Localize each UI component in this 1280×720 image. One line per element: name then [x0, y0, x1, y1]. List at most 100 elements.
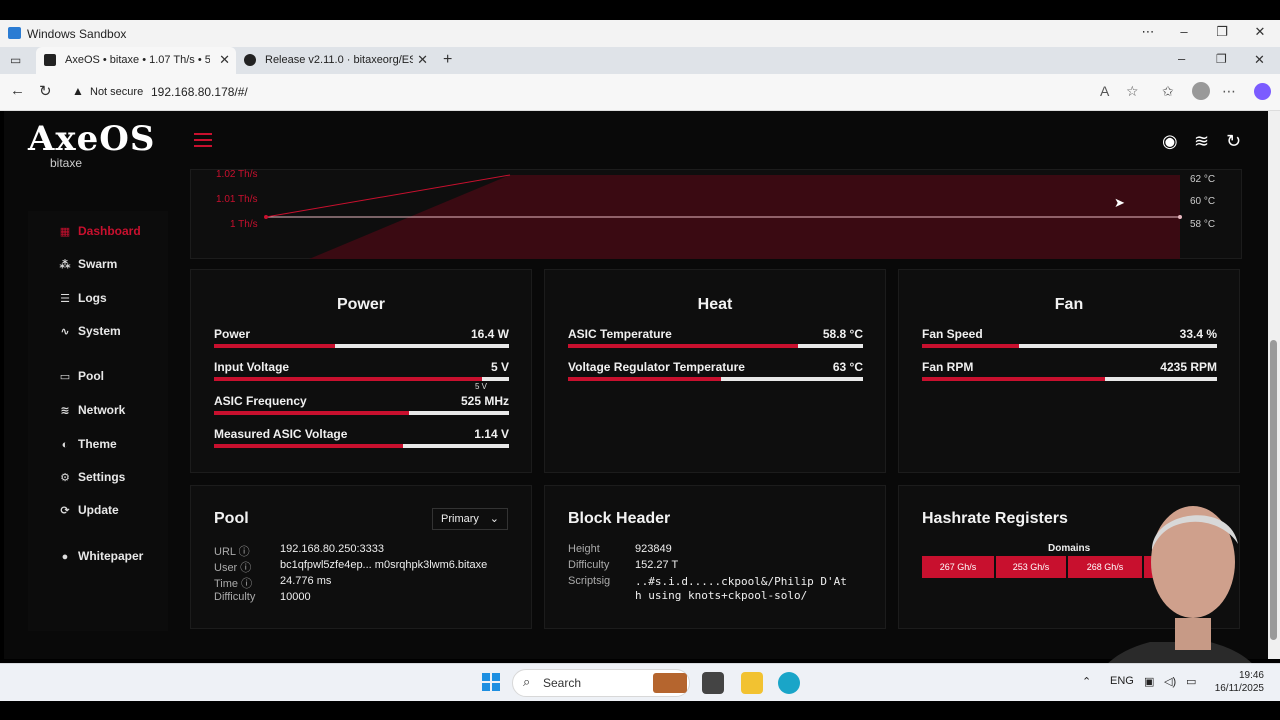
block-difficulty-key: Difficulty — [568, 559, 610, 571]
input-voltage-bar-fill — [214, 377, 483, 381]
sidebar-item-system[interactable]: ∿ System — [58, 324, 121, 338]
metric-label: Power — [214, 327, 251, 341]
hashrate-registers-title: Hashrate Registers — [922, 510, 1068, 527]
edge-browser-icon[interactable] — [778, 672, 800, 694]
read-aloud-icon[interactable]: A — [1100, 83, 1109, 99]
sidebar-item-label: System — [78, 324, 121, 338]
wifi-icon: ≋ — [60, 405, 70, 417]
copilot-icon[interactable] — [1254, 83, 1271, 100]
fan-speed-bar-fill — [922, 344, 1020, 348]
sidebar-item-swarm[interactable]: ⁂ Swarm — [58, 257, 117, 271]
domains-label: Domains — [1048, 543, 1091, 554]
close-button[interactable]: ✕ — [1250, 24, 1270, 40]
volume-icon[interactable]: ◁) — [1164, 675, 1176, 688]
sandbox-title: Windows Sandbox — [27, 27, 127, 41]
pool-selector-value: Primary — [441, 513, 479, 525]
block-header-title: Block Header — [568, 510, 671, 527]
sidebar-item-pool[interactable]: ▭ Pool — [58, 369, 104, 383]
taskbar-search[interactable]: ⌕ Search — [512, 669, 690, 697]
browser-restore-button[interactable]: ❐ — [1216, 52, 1227, 66]
close-tab-icon[interactable]: ✕ — [417, 52, 428, 68]
dashboard-icon: ▦ — [59, 226, 71, 238]
more-options-icon[interactable]: ⋯ — [1138, 24, 1158, 40]
more-menu-icon[interactable]: ⋯ — [1222, 83, 1236, 100]
register-chip: 253 Gh/s — [996, 556, 1066, 578]
clock-date: 16/11/2025 — [1214, 683, 1264, 694]
pool-time-value: 24.776 ms — [280, 575, 332, 587]
power-title: Power — [336, 296, 385, 313]
not-secure-label[interactable]: Not secure — [90, 86, 143, 98]
hashrate-chart: 1.02 Th/s 1.01 Th/s 1 Th/s 62 °C 60 °C 5… — [190, 169, 1242, 259]
github-favicon-icon — [244, 54, 256, 66]
chevron-up-icon[interactable]: ⌃ — [1082, 675, 1091, 688]
fan-speed-bar — [922, 344, 1217, 348]
y-tick-left: 1 Th/s — [230, 219, 258, 230]
system-icon: ∿ — [60, 326, 70, 338]
reload-icon[interactable]: ↻ — [39, 82, 52, 100]
fan-rpm-bar-fill — [922, 377, 1105, 381]
help-icon[interactable]: ⓘ — [240, 562, 251, 574]
tab-axeos[interactable]: AxeOS • bitaxe • 1.07 Th/s • 58.8... ✕ — [36, 47, 236, 74]
block-height-key: Height — [568, 543, 600, 555]
browser-close-button[interactable]: ✕ — [1254, 52, 1265, 68]
asic-temp-bar-fill — [568, 344, 799, 348]
mouse-cursor-icon: ➤ — [1114, 195, 1125, 210]
minimize-button[interactable]: – — [1174, 24, 1194, 39]
help-icon[interactable]: ⓘ — [241, 578, 252, 590]
wifi-status-icon[interactable]: ≋ — [1194, 131, 1209, 152]
windows-start-icon[interactable] — [482, 673, 500, 691]
eye-icon[interactable]: ◉ — [1162, 131, 1178, 152]
new-tab-button[interactable]: + — [443, 51, 452, 69]
sidebar-item-network[interactable]: ≋ Network — [58, 403, 125, 417]
sidebar-item-label: Theme — [78, 437, 117, 451]
maximize-button[interactable]: ❐ — [1212, 24, 1232, 40]
sidebar-item-settings[interactable]: ⚙ Settings — [58, 470, 125, 484]
block-height-value: 923849 — [635, 543, 672, 555]
sidebar-item-dashboard[interactable]: ▦ Dashboard — [58, 224, 141, 238]
fan-title: Fan — [1054, 296, 1084, 313]
browser-tabstrip: ▭ AxeOS • bitaxe • 1.07 Th/s • 58.8... ✕… — [0, 47, 1280, 74]
chart-svg — [264, 174, 1182, 259]
sidebar-item-update[interactable]: ⟳ Update — [58, 503, 118, 517]
y-tick-right: 60 °C — [1190, 196, 1216, 207]
sidebar-item-logs[interactable]: ☰ Logs — [58, 291, 107, 305]
metric-label: Fan RPM — [922, 360, 974, 374]
battery-icon[interactable]: ▭ — [1186, 675, 1196, 688]
profile-avatar[interactable] — [1192, 82, 1210, 100]
language-indicator[interactable]: ENG — [1110, 675, 1134, 687]
pool-user-key: User ⓘ — [214, 559, 251, 575]
sidebar-item-label: Whitepaper — [78, 549, 144, 563]
kv-key-text: URL — [214, 546, 236, 558]
sidebar-item-theme[interactable]: ◐ Theme — [58, 437, 117, 451]
sidebar — [28, 211, 168, 631]
sidebar-item-whitepaper[interactable]: ● Whitepaper — [58, 549, 144, 563]
taskbar-clock[interactable]: 19:46 16/11/2025 — [1208, 669, 1264, 695]
scrollbar-thumb[interactable] — [1270, 340, 1277, 640]
menu-toggle-icon[interactable] — [194, 133, 212, 147]
metric-label: Input Voltage — [214, 360, 290, 374]
tab-actions-icon[interactable]: ▭ — [10, 53, 21, 67]
restart-icon[interactable]: ↻ — [1226, 131, 1241, 152]
bitcoin-icon: ● — [61, 551, 69, 563]
browser-minimize-button[interactable]: – — [1178, 51, 1185, 66]
task-view-icon[interactable] — [702, 672, 724, 694]
close-tab-icon[interactable]: ✕ — [219, 52, 230, 68]
help-icon[interactable]: ⓘ — [239, 546, 250, 558]
back-icon[interactable]: ← — [10, 82, 25, 99]
url-input[interactable]: 192.168.80.178/#/ — [151, 85, 248, 99]
favorite-star-icon[interactable]: ☆ — [1126, 83, 1139, 100]
pool-url-key: URL ⓘ — [214, 543, 250, 559]
sidebar-item-label: Swarm — [78, 257, 118, 271]
favorites-icon[interactable]: ✩ — [1162, 83, 1174, 100]
metric-value: 63 °C — [832, 360, 863, 374]
warning-icon[interactable]: ▲ — [72, 84, 84, 98]
pool-selector[interactable]: Primary ⌄ — [432, 508, 508, 530]
network-icon[interactable]: ▣ — [1144, 675, 1154, 688]
tab-release[interactable]: Release v2.11.0 · bitaxeorg/ESP-M... ✕ — [236, 47, 434, 74]
file-explorer-icon[interactable] — [741, 672, 763, 694]
refresh-icon: ⟳ — [60, 505, 70, 517]
pool-time-key: Time ⓘ — [214, 575, 252, 591]
theme-icon: ◐ — [61, 439, 69, 451]
metric-value: 525 MHz — [460, 394, 509, 408]
axeos-logo: AxeOS — [28, 119, 156, 159]
